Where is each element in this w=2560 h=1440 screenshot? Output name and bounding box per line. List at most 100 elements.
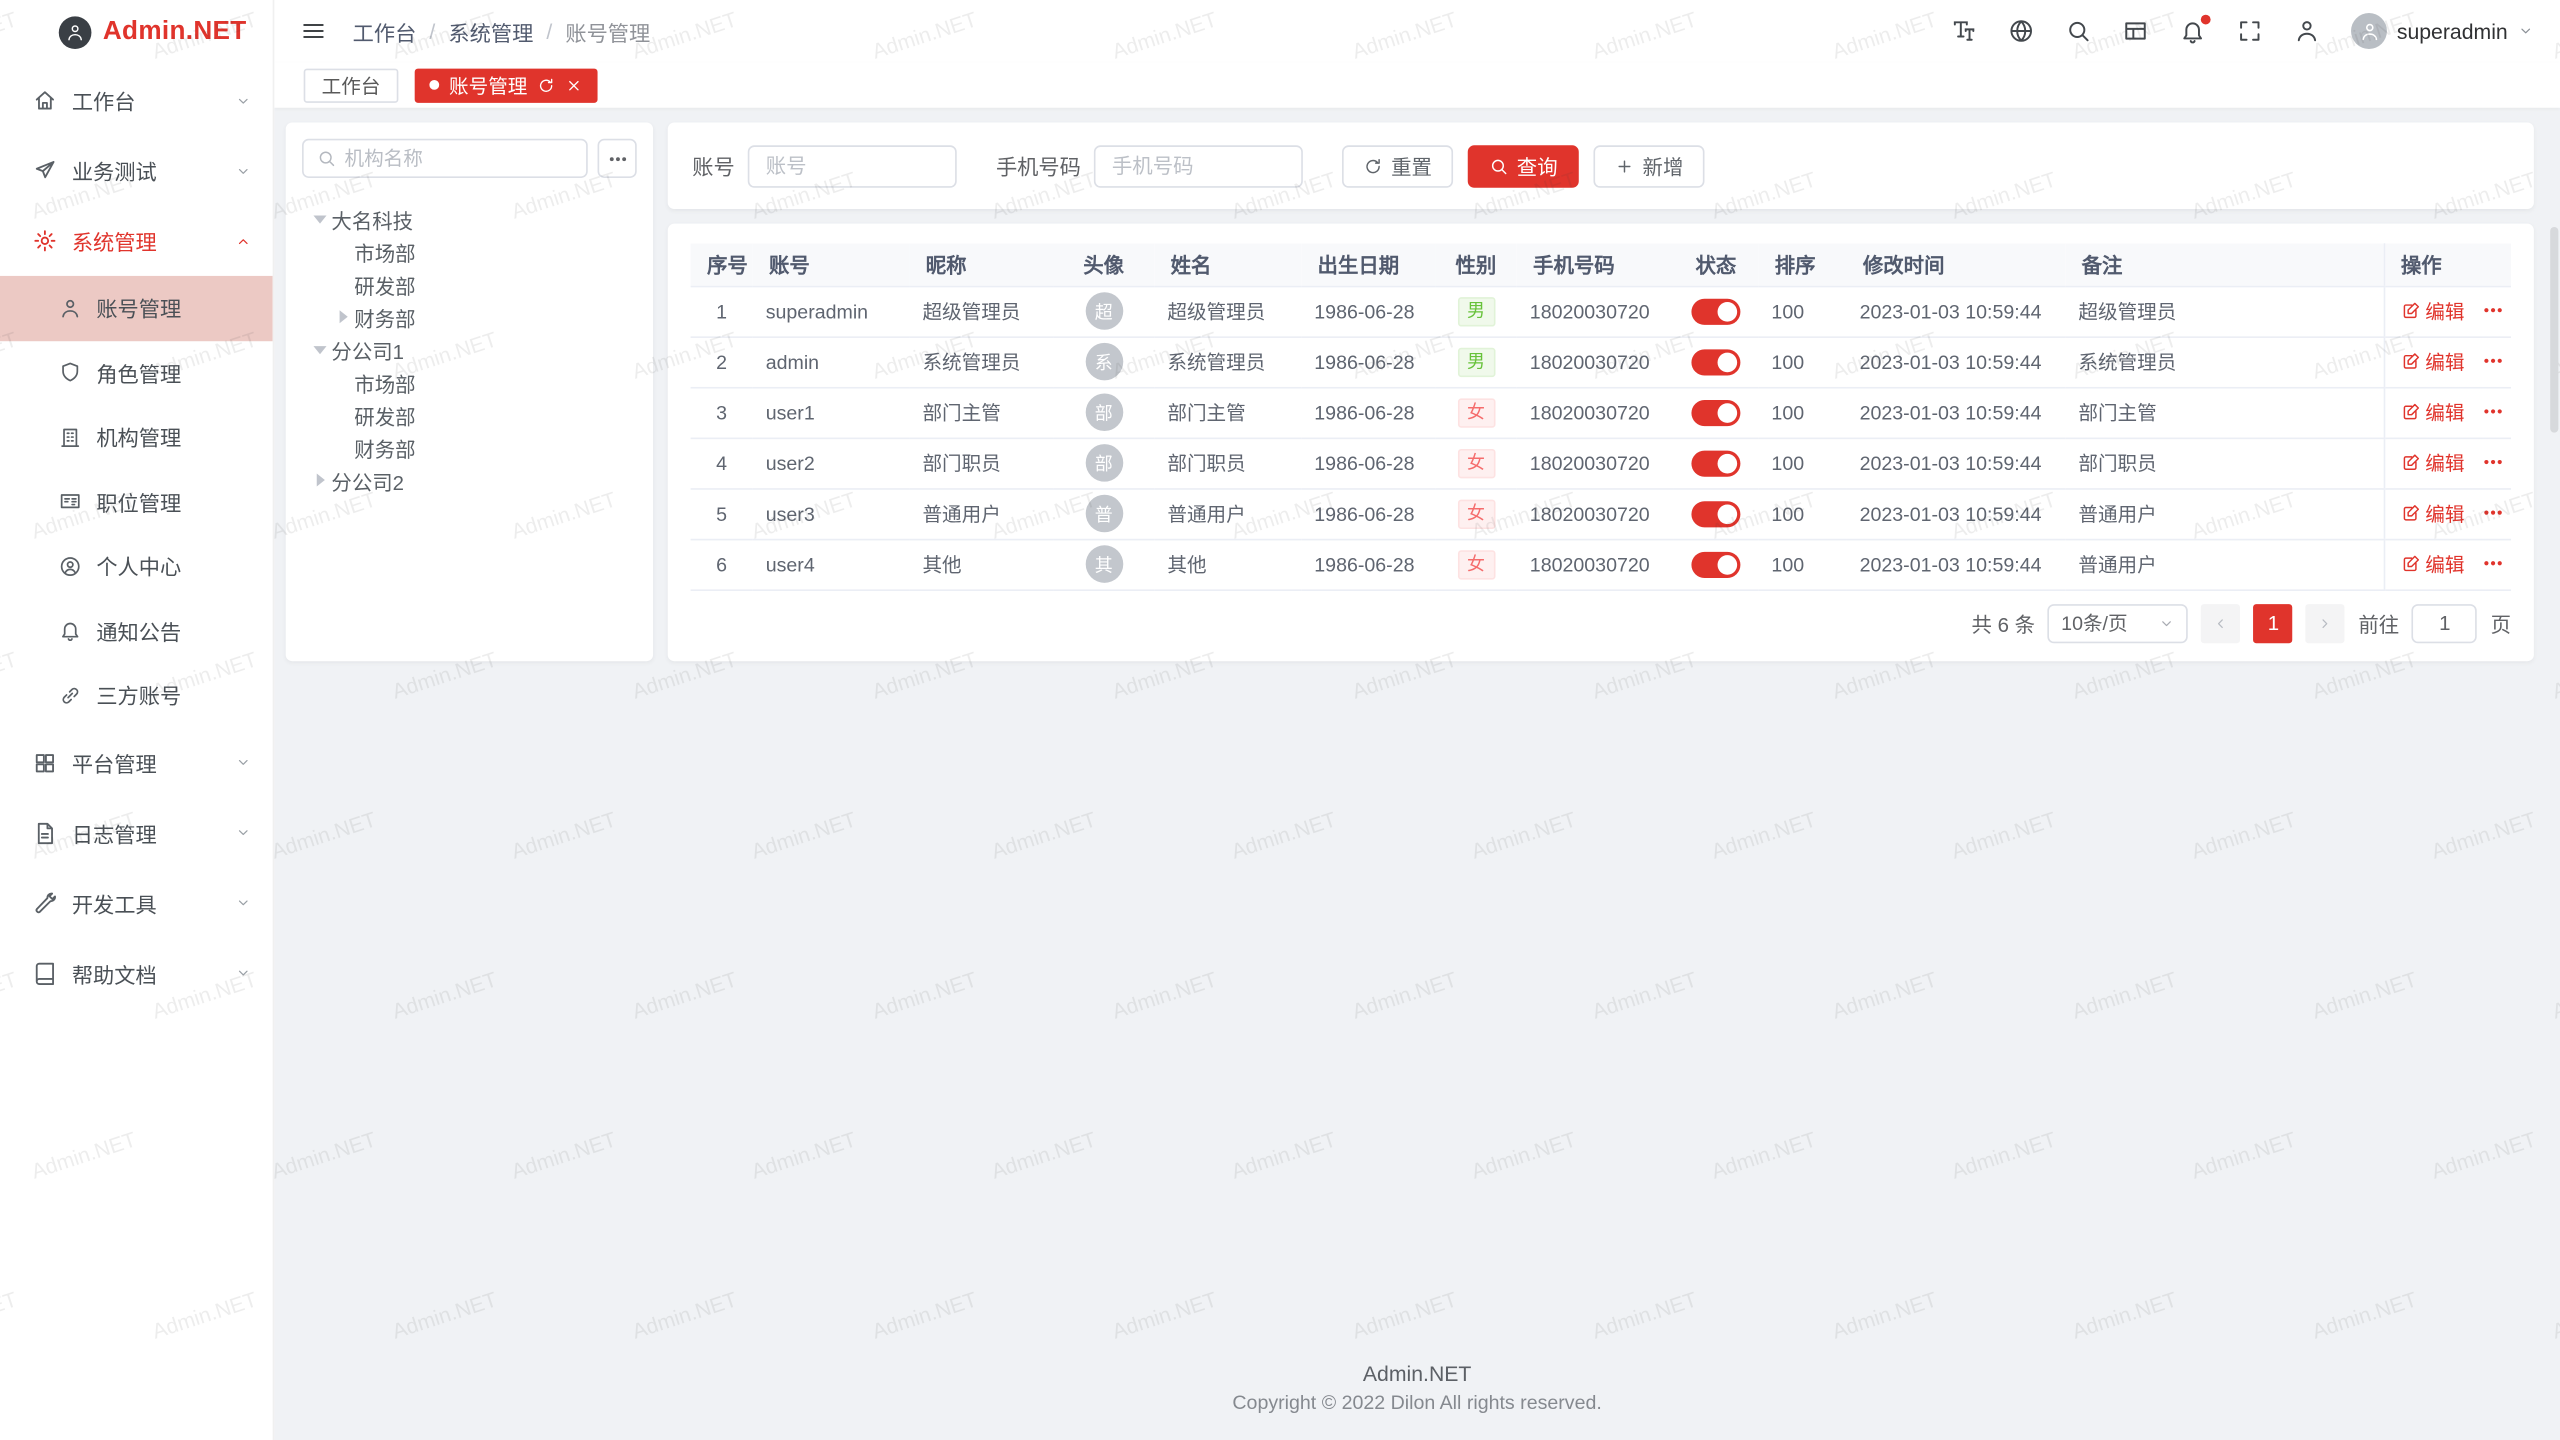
edit-button[interactable]: 编辑 (2401, 398, 2465, 426)
tree-node[interactable]: 财务部 (302, 431, 637, 464)
language-icon[interactable] (2008, 18, 2034, 44)
org-search-field[interactable] (302, 139, 588, 178)
edit-button[interactable]: 编辑 (2401, 550, 2465, 578)
sidebar-item-notice[interactable]: 通知公告 (0, 598, 273, 662)
sidebar-item-role-management[interactable]: 角色管理 (0, 340, 273, 404)
sidebar-item-personal-center[interactable]: 个人中心 (0, 534, 273, 598)
edit-label: 编辑 (2425, 499, 2464, 527)
tree-node[interactable]: 大名科技 (302, 202, 637, 235)
tab-account-management[interactable]: 账号管理 (415, 68, 598, 102)
page-number-button[interactable]: 1 (2254, 603, 2293, 642)
breadcrumb-separator: / (429, 19, 435, 43)
caret-icon[interactable] (309, 207, 332, 230)
more-actions-button[interactable] (2481, 400, 2504, 423)
prev-page-button[interactable] (2202, 603, 2241, 642)
caret-icon[interactable] (309, 469, 332, 492)
tree-node[interactable]: 市场部 (302, 366, 637, 399)
status-toggle[interactable] (1691, 500, 1740, 526)
sidebar-item-label: 帮助文档 (72, 958, 235, 989)
idcard-icon (59, 490, 82, 513)
close-tab-icon[interactable] (565, 76, 583, 94)
cell-account: user4 (753, 539, 910, 590)
caret-icon (331, 403, 354, 426)
edit-icon (2401, 453, 2421, 473)
org-more-button[interactable] (598, 139, 637, 178)
tree-node[interactable]: 分公司1 (302, 333, 637, 366)
breadcrumb-item[interactable]: 工作台 (353, 16, 417, 47)
add-button[interactable]: 新增 (1594, 144, 1705, 186)
col-birthday: 出生日期 (1301, 243, 1435, 285)
sidebar-item-workbench[interactable]: 工作台 (0, 65, 273, 135)
status-toggle[interactable] (1691, 399, 1740, 425)
edit-button[interactable]: 编辑 (2401, 449, 2465, 477)
gear-icon (33, 229, 57, 253)
more-actions-button[interactable] (2481, 299, 2504, 322)
more-actions-button[interactable] (2481, 451, 2504, 474)
building-icon (59, 426, 82, 449)
shield-icon (59, 361, 82, 384)
more-actions-button[interactable] (2481, 552, 2504, 575)
menu-toggle-icon[interactable] (300, 18, 326, 44)
cell-birthday: 1986-06-28 (1301, 488, 1435, 539)
user-menu[interactable]: superadmin (2351, 13, 2534, 49)
status-toggle[interactable] (1691, 551, 1740, 577)
status-toggle[interactable] (1691, 298, 1740, 324)
sidebar-item-account-management[interactable]: 账号管理 (0, 276, 273, 340)
status-toggle[interactable] (1691, 450, 1740, 476)
breadcrumb-item[interactable]: 系统管理 (448, 16, 533, 47)
caret-icon (331, 436, 354, 459)
tab-workbench[interactable]: 工作台 (304, 68, 399, 102)
search-button[interactable]: 查询 (1468, 144, 1579, 186)
edit-button[interactable]: 编辑 (2401, 297, 2465, 325)
switch-knob (1718, 504, 1738, 524)
next-page-button[interactable] (2306, 603, 2345, 642)
goto-input[interactable] (2412, 603, 2477, 642)
reset-label: 重置 (1391, 150, 1432, 181)
search-icon[interactable] (2065, 18, 2091, 44)
cell-status (1673, 438, 1758, 489)
sidebar-item-org-management[interactable]: 机构管理 (0, 405, 273, 469)
edit-button[interactable]: 编辑 (2401, 347, 2465, 375)
more-actions-button[interactable] (2481, 350, 2504, 373)
notification-button[interactable] (2180, 18, 2206, 44)
cell-sort: 100 (1758, 488, 1846, 539)
caret-icon[interactable] (309, 338, 332, 361)
tree-node-label: 分公司1 (331, 334, 404, 365)
org-search-input[interactable] (344, 147, 573, 170)
refresh-tab-icon[interactable] (537, 76, 555, 94)
cell-operations: 编辑 (2384, 336, 2511, 387)
tree-node[interactable]: 市场部 (302, 235, 637, 268)
caret-icon[interactable] (331, 305, 354, 328)
account-input[interactable] (748, 144, 957, 186)
tree-node[interactable]: 研发部 (302, 268, 637, 301)
link-icon (59, 684, 82, 707)
sidebar-item-position-management[interactable]: 职位管理 (0, 469, 273, 533)
tree-node[interactable]: 分公司2 (302, 464, 637, 497)
phone-label: 手机号码 (996, 150, 1081, 181)
status-toggle[interactable] (1691, 349, 1740, 375)
layout-theme-icon[interactable] (2123, 18, 2149, 44)
cell-avatar: 系 (1053, 336, 1154, 387)
sidebar-item-third-party-account[interactable]: 三方账号 (0, 663, 273, 727)
sidebar-item-business-test[interactable]: 业务测试 (0, 136, 273, 206)
caret-icon (331, 273, 354, 296)
phone-input[interactable] (1094, 144, 1303, 186)
sidebar-item-dev-tools[interactable]: 开发工具 (0, 868, 273, 938)
scrollbar[interactable] (2550, 227, 2558, 433)
tabs-bar: 工作台 账号管理 (274, 62, 2560, 108)
sidebar-item-platform-management[interactable]: 平台管理 (0, 727, 273, 797)
sidebar-item-help-docs[interactable]: 帮助文档 (0, 938, 273, 1008)
sidebar-item-log-management[interactable]: 日志管理 (0, 798, 273, 868)
font-size-icon[interactable] (1951, 18, 1977, 44)
user-settings-icon[interactable] (2294, 18, 2320, 44)
fullscreen-icon[interactable] (2237, 18, 2263, 44)
edit-button[interactable]: 编辑 (2401, 499, 2465, 527)
more-actions-button[interactable] (2481, 502, 2504, 525)
tree-node-label: 财务部 (354, 301, 415, 332)
tree-node[interactable]: 研发部 (302, 398, 637, 431)
tree-node[interactable]: 财务部 (302, 300, 637, 333)
reset-button[interactable]: 重置 (1342, 144, 1453, 186)
sidebar-item-system-management[interactable]: 系统管理 (0, 206, 273, 276)
tree-node-label: 研发部 (354, 399, 415, 430)
page-size-select[interactable]: 10条/页 (2048, 603, 2188, 642)
